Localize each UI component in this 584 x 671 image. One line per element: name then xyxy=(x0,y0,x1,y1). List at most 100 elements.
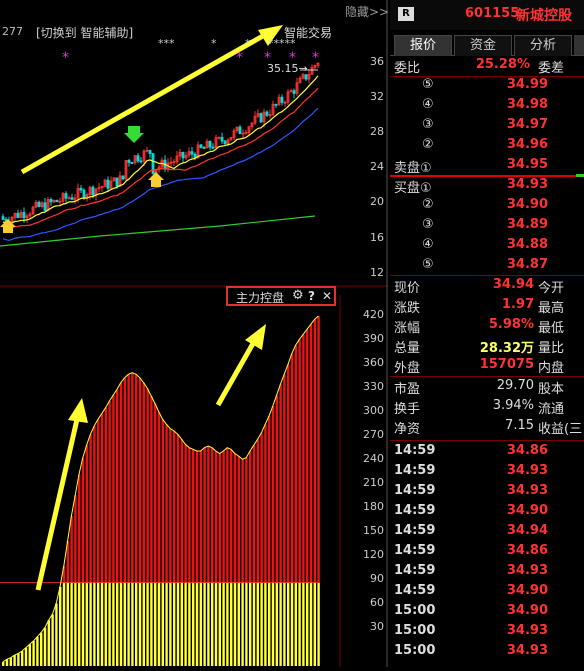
candle xyxy=(250,121,254,131)
candle xyxy=(190,146,194,158)
price-axis-label: 16 xyxy=(370,231,384,244)
control-bar xyxy=(268,416,271,666)
control-bar xyxy=(184,444,187,666)
sub-axis-label: 150 xyxy=(363,524,384,537)
ask-price: 34.98 xyxy=(506,97,548,112)
control-bar xyxy=(100,413,104,666)
bid-label: ③ xyxy=(422,217,434,232)
bid-row[interactable]: ② 34.90 xyxy=(390,196,584,216)
bid-ask-divider xyxy=(390,175,584,177)
signal-mark: * xyxy=(312,50,319,66)
bid-row[interactable]: ③ 34.89 xyxy=(390,216,584,236)
stock-name: 新城控股 xyxy=(516,8,572,24)
tick-time: 14:59 xyxy=(394,443,436,458)
stat-right-label: 今开 xyxy=(538,281,565,296)
control-bar xyxy=(55,603,58,666)
control-bar xyxy=(218,453,221,666)
quote-header: R 601155 新城控股 xyxy=(390,0,584,30)
candle xyxy=(64,191,68,203)
bid-row[interactable]: ④ 34.88 xyxy=(390,236,584,256)
stat-value: 5.98% xyxy=(488,317,534,332)
switch-assistant-link[interactable]: [切换到 智能辅助] xyxy=(36,24,133,41)
control-bar xyxy=(249,451,252,666)
stat-value: 34.94 xyxy=(492,277,534,292)
control-bar xyxy=(222,451,225,666)
gear-icon[interactable]: ⚙ xyxy=(292,288,304,303)
control-bar xyxy=(24,647,28,666)
sub-axis-label: 180 xyxy=(363,500,384,513)
stock-code: 601155 xyxy=(465,6,520,21)
tab-analysis[interactable]: 分析 xyxy=(514,35,572,56)
candle xyxy=(220,132,224,144)
ask-row[interactable]: ④ 34.98 xyxy=(390,96,584,116)
candle xyxy=(238,125,242,135)
tab-funds[interactable]: 资金 xyxy=(454,35,512,56)
control-bar xyxy=(294,345,297,666)
signal-mark: * xyxy=(211,37,217,50)
sub-axis-label: 270 xyxy=(363,428,384,441)
ask-row[interactable]: ② 34.96 xyxy=(390,136,584,156)
control-bar xyxy=(5,659,9,666)
tick-price: 34.93 xyxy=(506,563,548,578)
close-icon[interactable]: ✕ xyxy=(322,289,332,303)
tab-quote[interactable]: 报价 xyxy=(394,35,452,56)
candle xyxy=(55,199,59,203)
control-bar xyxy=(173,431,176,666)
control-bar xyxy=(51,614,54,666)
stat-value: 1.97 xyxy=(501,297,534,312)
control-bar xyxy=(89,434,92,666)
bid-price: 34.88 xyxy=(506,237,548,252)
stat-right-label: 股本 xyxy=(538,382,565,397)
candle xyxy=(49,197,53,206)
candle xyxy=(85,192,89,202)
ask-row[interactable]: ⑤ 34.99 xyxy=(390,76,584,96)
stat-right-label: 收益(三 xyxy=(538,422,583,437)
tick-price: 34.93 xyxy=(506,643,548,658)
stat-row: 换手 3.94% 流通 xyxy=(390,397,584,417)
bid-row[interactable]: 买盘① 34.93 xyxy=(390,176,584,196)
bid-label: ⑤ xyxy=(422,257,434,272)
control-bar xyxy=(302,334,305,666)
moving-average-lines xyxy=(0,75,319,247)
stat-row: 现价 34.94 今开 xyxy=(390,276,584,296)
tick-time: 15:00 xyxy=(394,643,436,658)
help-icon[interactable]: ? xyxy=(308,289,315,303)
candle xyxy=(178,148,182,161)
control-bar xyxy=(252,445,256,666)
candle xyxy=(97,182,101,192)
control-bar xyxy=(230,449,233,666)
ask-row[interactable]: ③ 34.97 xyxy=(390,116,584,136)
candle xyxy=(127,158,131,167)
control-bar xyxy=(112,395,115,666)
ask-row[interactable]: 卖盘① 34.95 xyxy=(390,156,584,176)
candle xyxy=(265,110,269,117)
chart-svg xyxy=(0,0,388,667)
candle xyxy=(130,161,134,164)
control-bar xyxy=(271,406,275,666)
candle xyxy=(121,175,125,181)
tick-time: 14:59 xyxy=(394,583,436,598)
signal-mark: *** xyxy=(158,37,175,50)
candle xyxy=(136,153,140,164)
kline-chart-area[interactable]: 277 [切换到 智能辅助] 隐藏>> 智能交易 35.15→ *** * * … xyxy=(0,0,389,667)
control-bar xyxy=(104,407,107,666)
candle xyxy=(40,200,44,209)
candle xyxy=(187,147,191,158)
control-bar xyxy=(192,449,195,666)
candle xyxy=(13,212,17,220)
candle xyxy=(217,136,221,140)
control-bar xyxy=(306,329,309,666)
control-bar xyxy=(154,403,157,666)
candle xyxy=(139,156,143,164)
stat-row: 总量 28.32万 量比 xyxy=(390,336,584,356)
candle xyxy=(31,205,35,215)
control-bar xyxy=(32,641,35,666)
candle xyxy=(79,184,83,193)
control-bar xyxy=(131,372,134,666)
bid-row[interactable]: ⑤ 34.87 xyxy=(390,256,584,276)
tick-price: 34.86 xyxy=(506,543,548,558)
control-bar xyxy=(233,453,237,666)
control-bar xyxy=(62,566,66,666)
candle xyxy=(253,111,257,126)
hide-panel-button[interactable]: 隐藏>> xyxy=(345,3,389,20)
